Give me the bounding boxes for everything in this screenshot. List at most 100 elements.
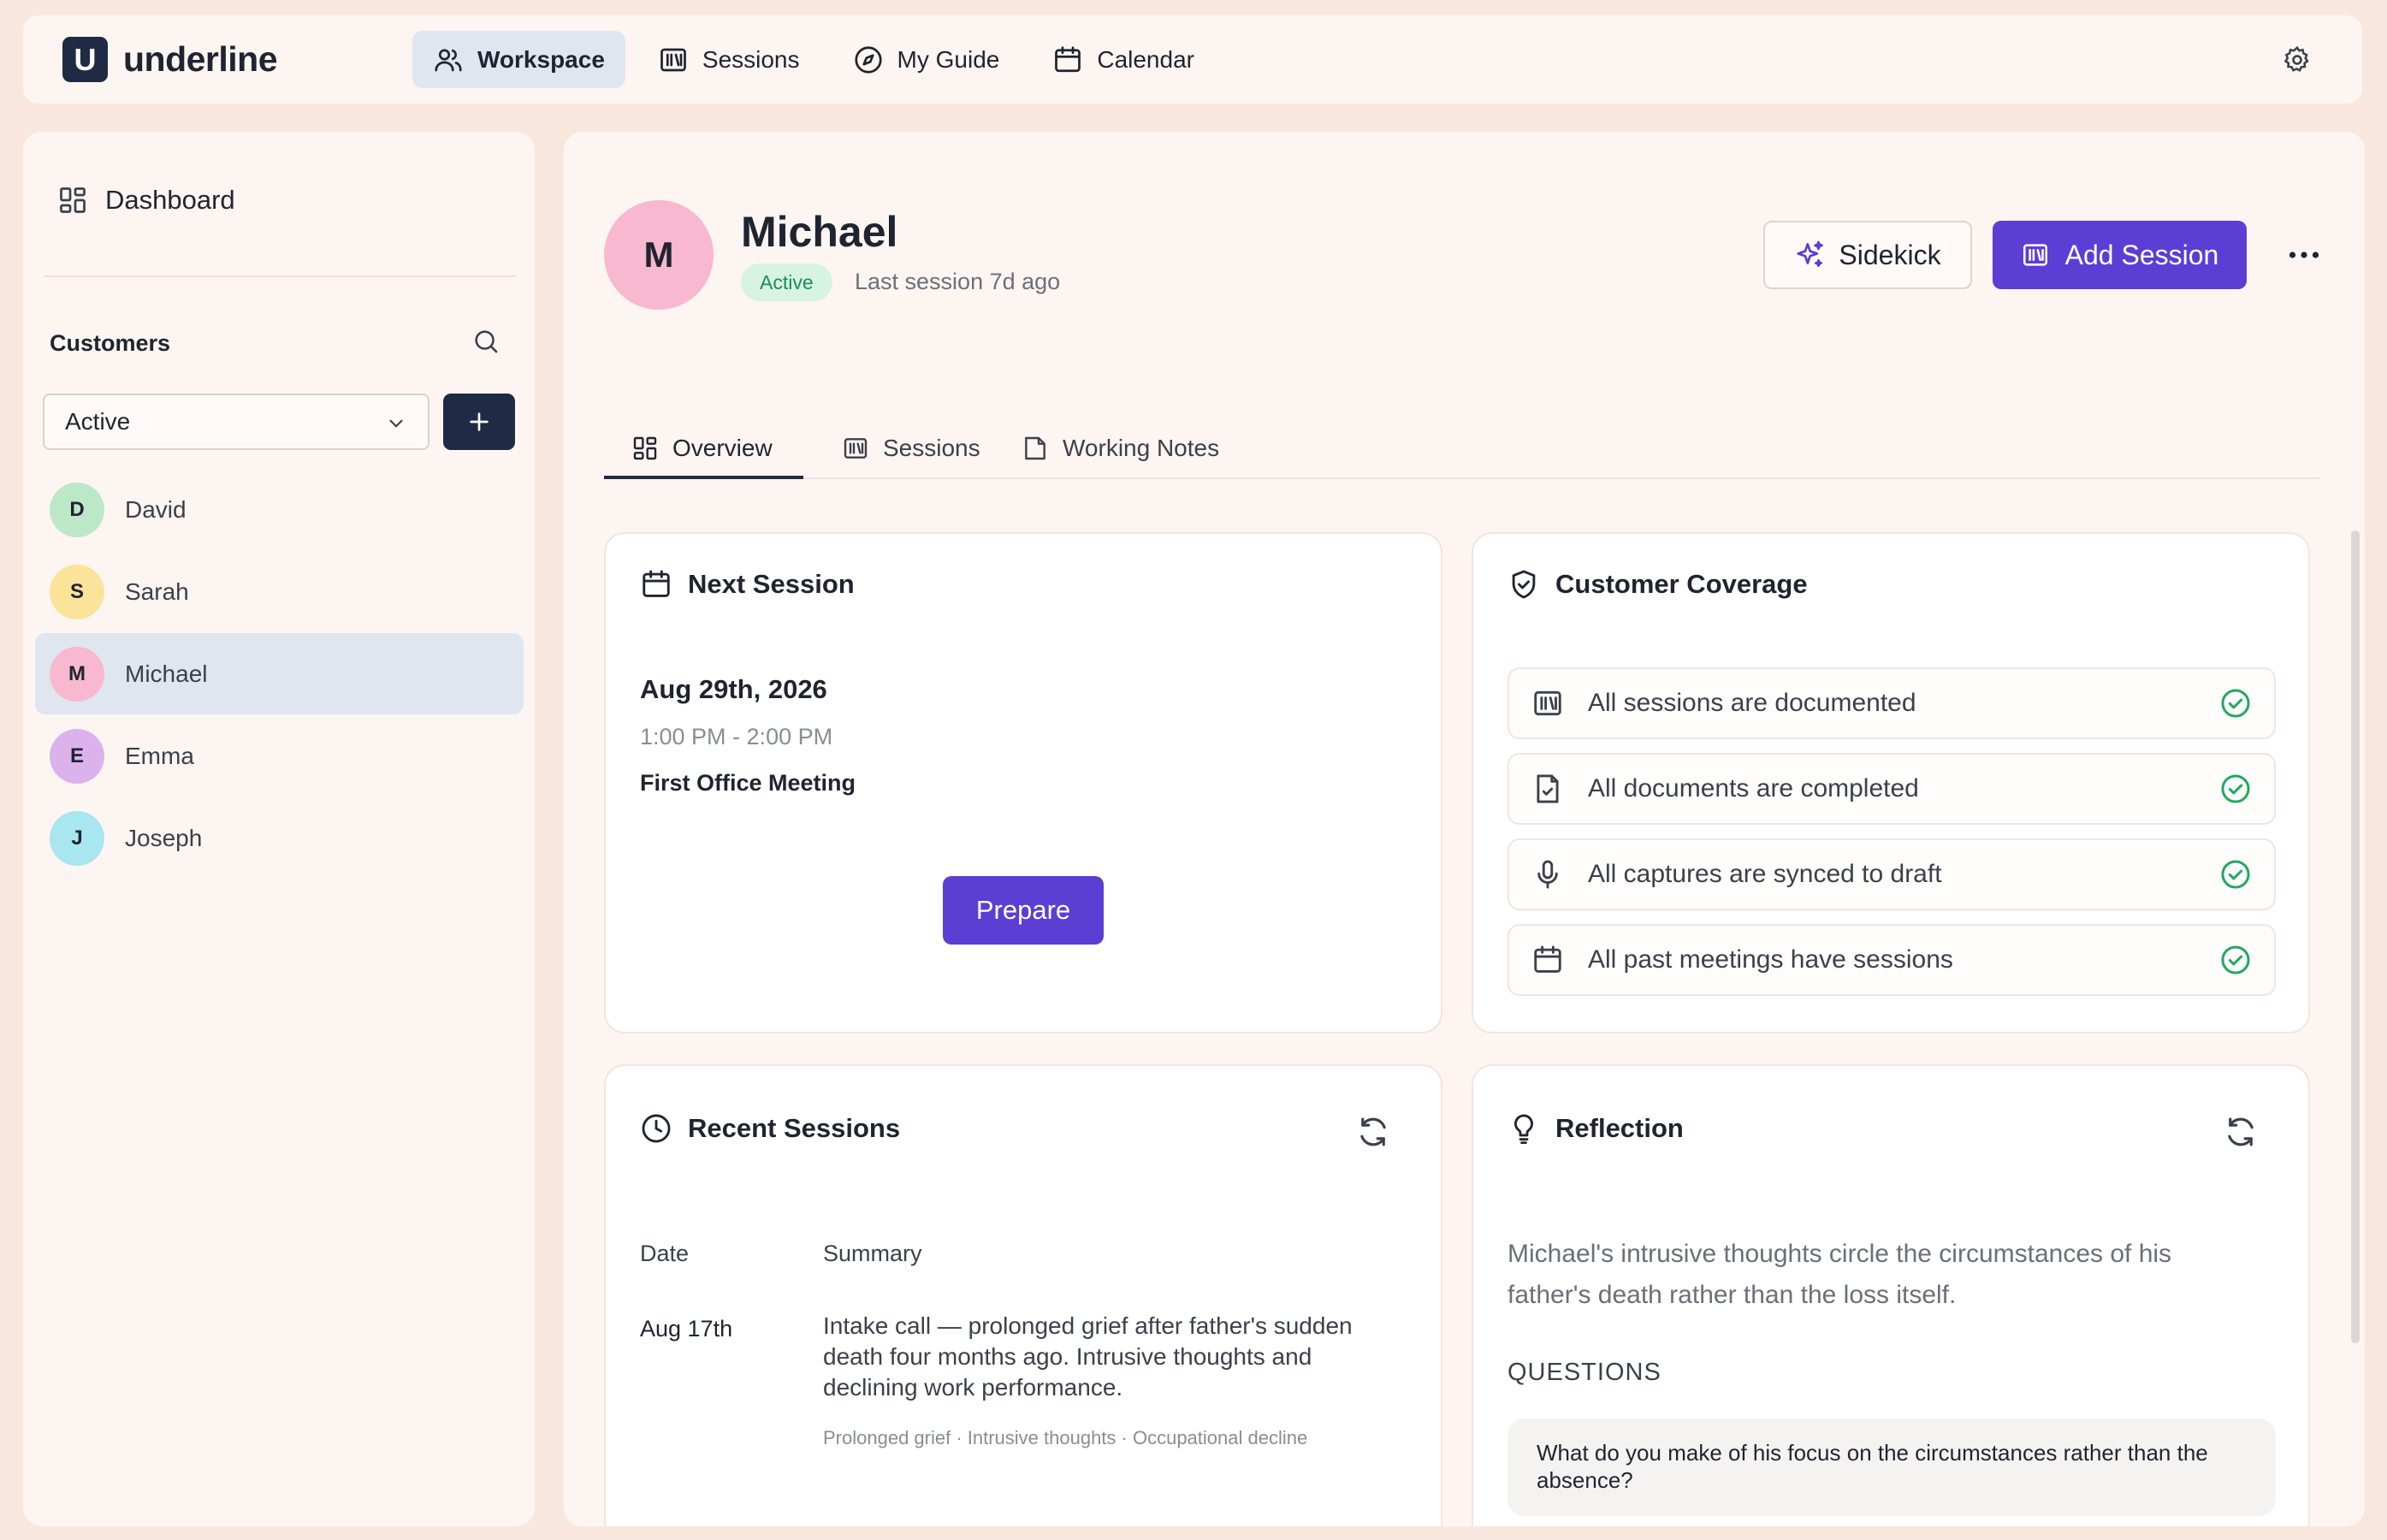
questions-heading: QUESTIONS <box>1507 1359 1661 1386</box>
coverage-label: All captures are synced to draft <box>1588 860 1942 888</box>
app-logo[interactable]: U underline <box>62 37 278 82</box>
sidebar-item-dashboard[interactable]: Dashboard <box>57 185 235 216</box>
sparkle-icon <box>1797 240 1824 268</box>
tab-sessions[interactable]: Sessions <box>842 418 980 479</box>
top-bar: U underline Workspace Sessions My Guide … <box>23 15 2362 104</box>
coverage-label: All past meetings have sessions <box>1588 945 1953 974</box>
nav-label: Sessions <box>702 45 800 73</box>
app-name: underline <box>123 39 278 79</box>
customer-name: Emma <box>125 742 194 769</box>
next-session-time: 1:00 PM - 2:00 PM <box>640 724 833 749</box>
sessions-icon <box>1534 690 1561 716</box>
customer-avatar: M <box>604 200 714 310</box>
customer-name-heading: Michael <box>741 208 898 256</box>
shield-check-icon <box>1512 570 1536 599</box>
coverage-item-documents: All documents are completed <box>1507 753 2276 825</box>
reflection-text: Michael's intrusive thoughts circle the … <box>1507 1240 2172 1309</box>
main-panel: M Michael Active Last session 7d ago Sid… <box>564 132 2365 1526</box>
coverage-item-meetings: All past meetings have sessions <box>1507 924 2276 996</box>
nav-label: My Guide <box>897 45 1000 73</box>
nav-workspace[interactable]: Workspace <box>412 31 625 88</box>
customer-item-sarah[interactable]: S Sarah <box>35 551 524 632</box>
customer-coverage-card: Customer Coverage All sessions are docum… <box>1472 532 2310 1034</box>
coverage-item-sessions: All sessions are documented <box>1507 667 2276 739</box>
coverage-item-captures: All captures are synced to draft <box>1507 838 2276 910</box>
customer-name: Joseph <box>125 824 203 851</box>
gear-icon[interactable] <box>2282 44 2313 75</box>
active-tab-indicator <box>604 476 803 479</box>
check-circle-icon <box>2221 860 2250 889</box>
lightbulb-icon <box>1514 1114 1533 1145</box>
sidekick-button[interactable]: Sidekick <box>1763 221 1972 289</box>
tab-working-notes[interactable]: Working Notes <box>1022 418 1219 479</box>
reflection-card: Reflection Michael's intrusive thoughts … <box>1472 1064 2310 1526</box>
sidebar: Dashboard Customers Active D David S Sar… <box>23 132 535 1526</box>
search-icon[interactable] <box>471 327 500 356</box>
tab-label: Sessions <box>883 435 980 461</box>
add-customer-button[interactable] <box>443 394 515 450</box>
sessions-icon <box>660 48 686 71</box>
dashboard-icon <box>633 436 657 460</box>
avatar: S <box>50 564 104 619</box>
refresh-icon[interactable] <box>2223 1114 2259 1150</box>
session-tags: Prolonged grief · Intrusive thoughts · O… <box>823 1427 1308 1448</box>
next-session-card: Next Session Aug 29th, 2026 1:00 PM - 2:… <box>604 532 1442 1034</box>
customer-filter-select[interactable]: Active <box>43 394 429 450</box>
nav-my-guide[interactable]: My Guide <box>832 31 1021 88</box>
customer-list: D David S Sarah M Michael E Emma J Josep… <box>35 469 524 880</box>
card-title-text: Reflection <box>1555 1113 1684 1143</box>
customer-item-emma[interactable]: E Emma <box>35 715 524 797</box>
nav-calendar[interactable]: Calendar <box>1032 31 1215 88</box>
check-circle-icon <box>2221 774 2250 803</box>
check-circle-icon <box>2221 945 2250 974</box>
dashboard-label: Dashboard <box>105 185 235 215</box>
check-circle-icon <box>2221 689 2250 718</box>
customer-item-david[interactable]: D David <box>35 469 524 550</box>
next-session-date: Aug 29th, 2026 <box>640 674 827 704</box>
compass-icon <box>854 45 882 74</box>
more-options-icon[interactable] <box>2283 240 2325 270</box>
calendar-icon <box>643 570 670 597</box>
main-nav: Workspace Sessions My Guide Calendar <box>412 31 1227 88</box>
sessions-icon <box>844 438 868 459</box>
customer-item-michael[interactable]: M Michael <box>35 633 524 714</box>
coverage-label: All documents are completed <box>1588 774 1919 803</box>
note-icon <box>1025 436 1045 460</box>
scrollbar[interactable] <box>2351 530 2360 1343</box>
add-session-button[interactable]: Add Session <box>1993 221 2247 289</box>
column-header-summary: Summary <box>823 1241 922 1266</box>
card-title: Customer Coverage <box>1507 568 1808 601</box>
session-summary[interactable]: Intake call — prolonged grief after fath… <box>823 1311 1388 1403</box>
next-session-name: First Office Meeting <box>640 770 856 796</box>
document-check-icon <box>1537 774 1559 803</box>
card-title: Reflection <box>1507 1112 1684 1145</box>
card-title: Next Session <box>640 568 855 601</box>
avatar: M <box>50 646 104 702</box>
last-session-text: Last session 7d ago <box>855 269 1061 294</box>
recent-sessions-card: Recent Sessions Date Summary Aug 17th In… <box>604 1064 1442 1526</box>
column-header-date: Date <box>640 1241 690 1266</box>
reflection-question[interactable]: What do you make of his focus on the cir… <box>1507 1419 2276 1516</box>
tab-overview[interactable]: Overview <box>631 418 773 479</box>
nav-label: Calendar <box>1097 45 1194 73</box>
nav-sessions[interactable]: Sessions <box>637 31 820 88</box>
users-icon <box>435 48 462 71</box>
sessions-icon <box>2023 244 2047 266</box>
customer-name: Sarah <box>125 578 189 605</box>
calendar-icon <box>1534 945 1561 973</box>
refresh-icon[interactable] <box>1355 1114 1391 1150</box>
plus-icon <box>470 412 489 431</box>
card-title-text: Recent Sessions <box>688 1113 901 1143</box>
tab-label: Overview <box>672 435 773 461</box>
microphone-icon <box>1537 860 1558 889</box>
tab-bar: Overview Sessions Working Notes <box>604 418 2320 479</box>
logo-mark: U <box>62 37 108 82</box>
select-value: Active <box>65 408 131 435</box>
nav-label: Workspace <box>477 45 605 73</box>
avatar: D <box>50 482 104 537</box>
customer-item-joseph[interactable]: J Joseph <box>35 797 524 879</box>
prepare-button[interactable]: Prepare <box>943 876 1104 945</box>
chevron-down-icon <box>389 419 403 428</box>
divider <box>44 275 516 277</box>
card-title-text: Customer Coverage <box>1555 569 1808 599</box>
